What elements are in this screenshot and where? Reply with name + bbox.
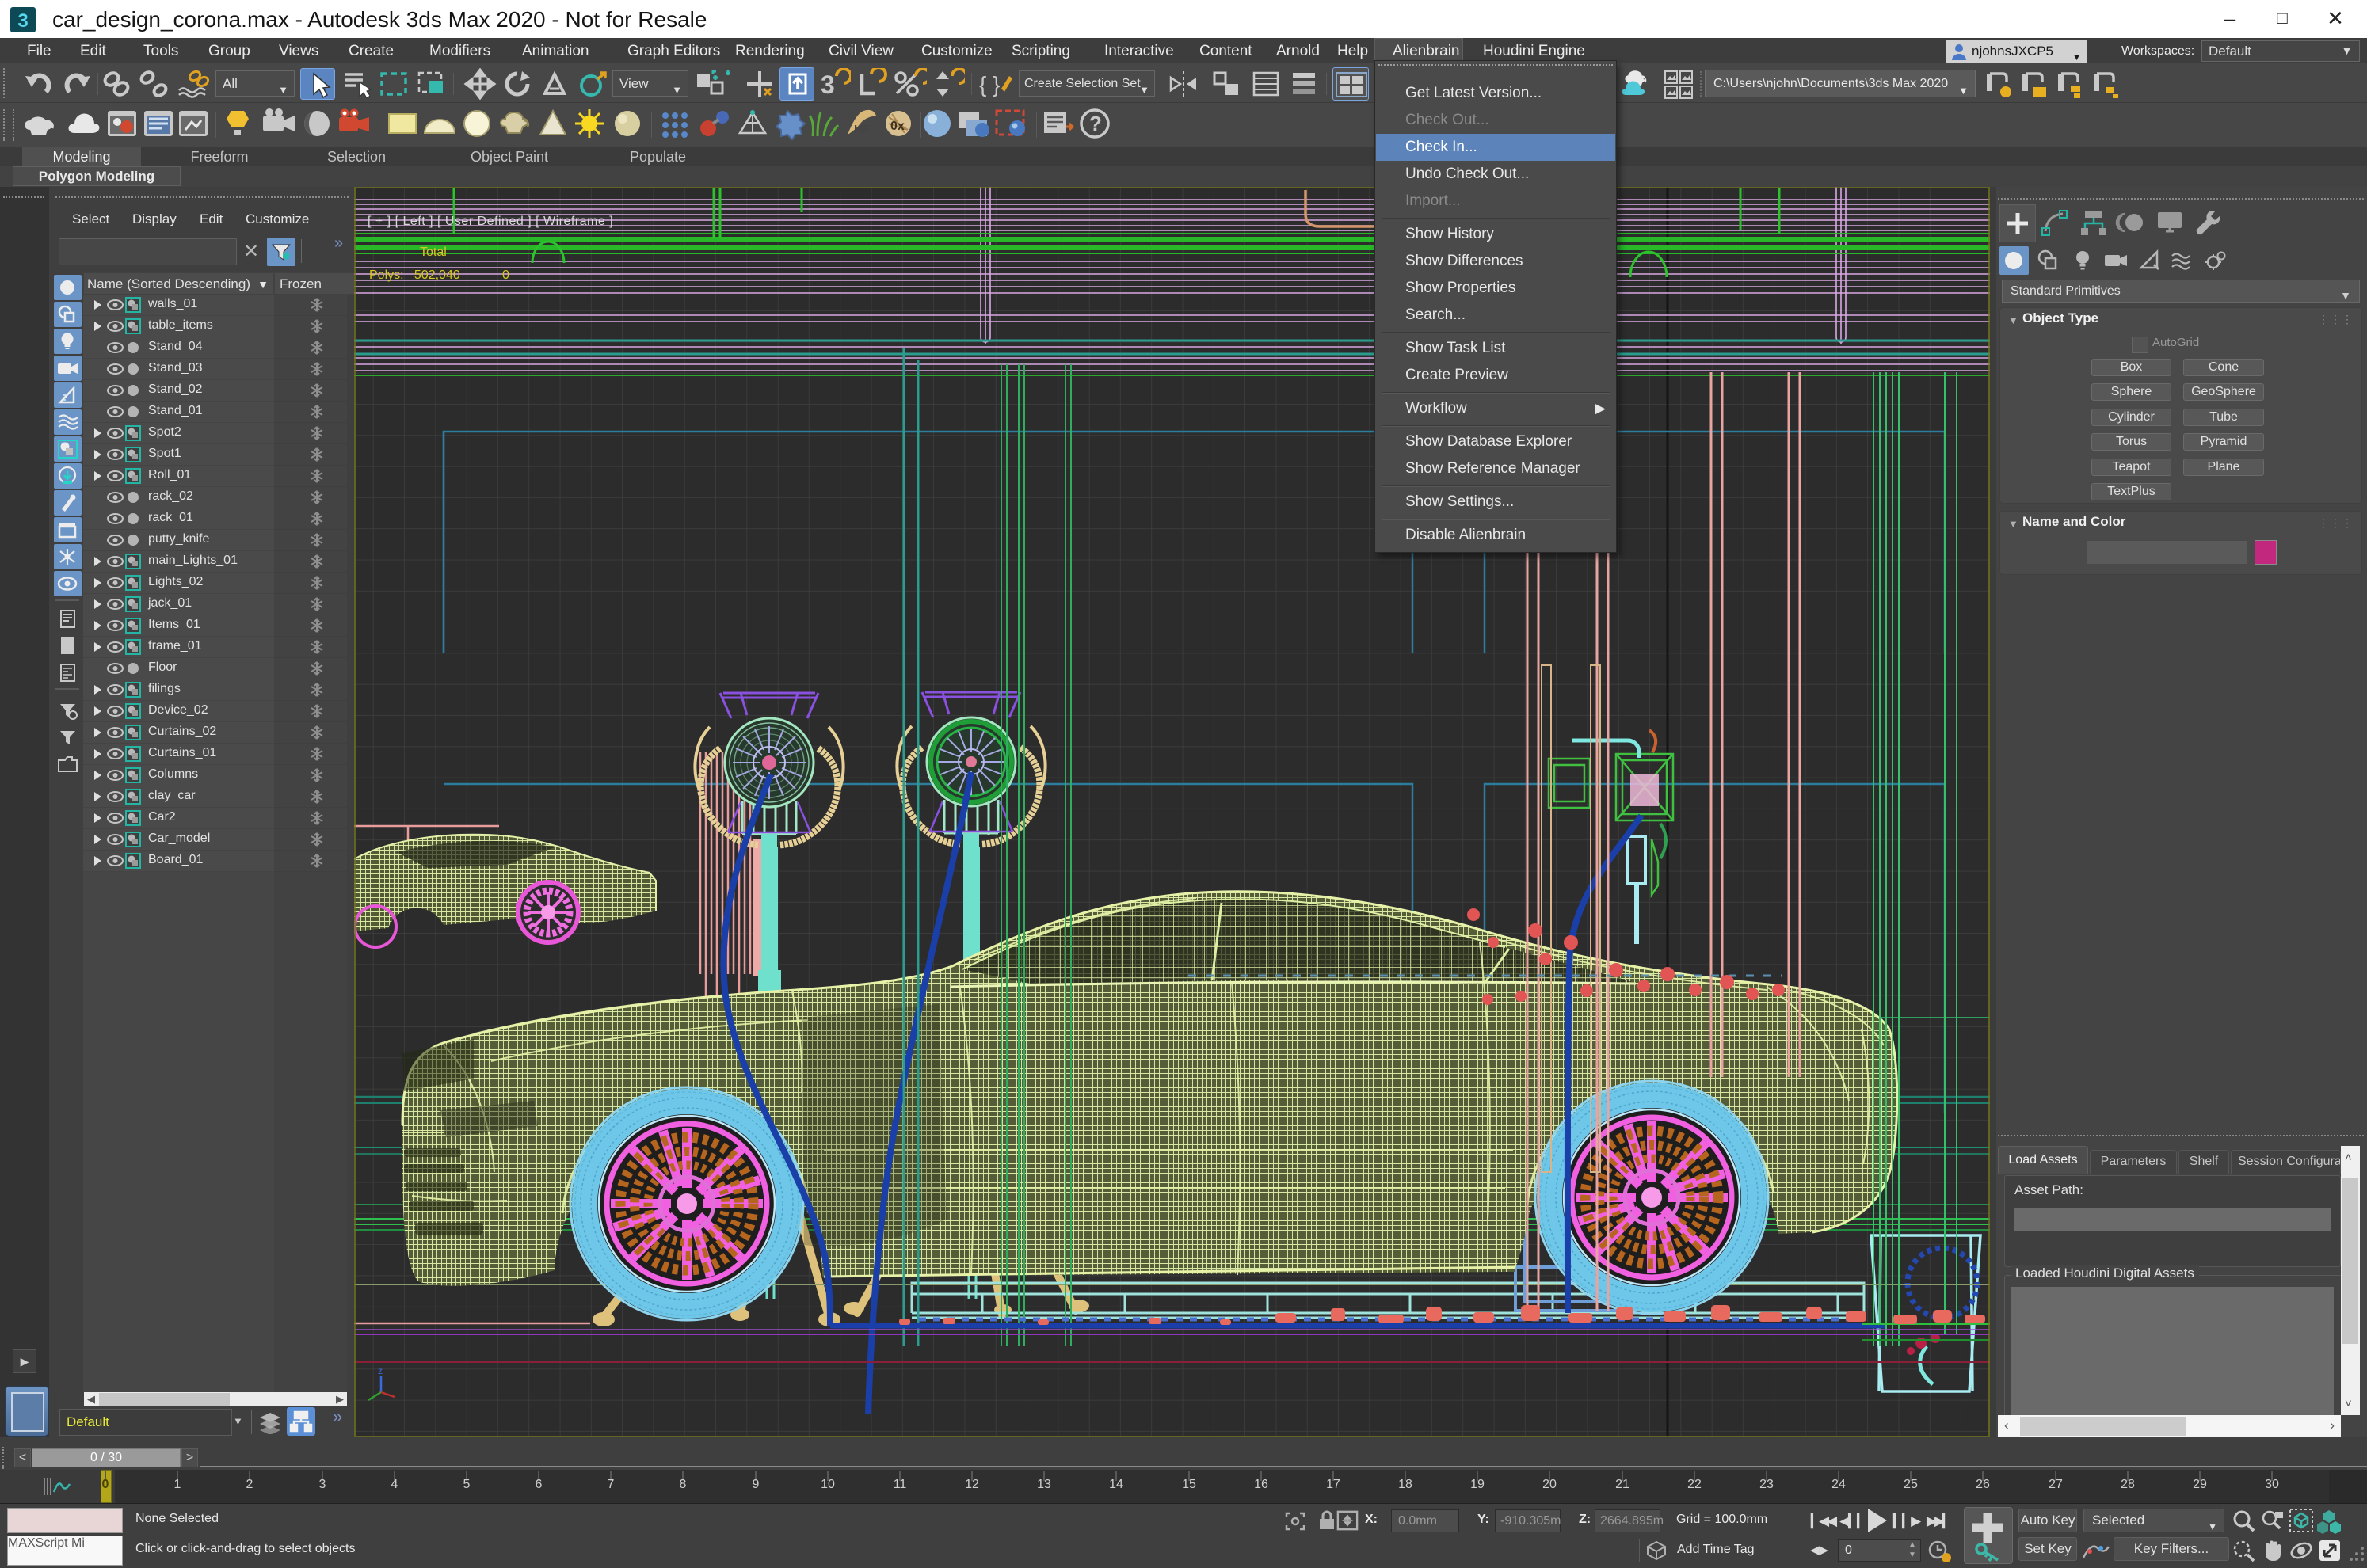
svg-text:Polys: 502,040: Polys: 502,040	[369, 268, 460, 282]
svg-text:0: 0	[502, 268, 509, 282]
svg-text:[ + ] [ Left ] [ User Defined: [ + ] [ Left ] [ User Defined ] [ Wirefr…	[368, 215, 613, 228]
svg-text:z: z	[378, 1365, 383, 1376]
svg-text:?: ?	[1089, 112, 1102, 135]
svg-text:0x: 0x	[890, 120, 905, 133]
svg-text:Total: Total	[420, 245, 447, 259]
svg-text:HF: HF	[854, 123, 870, 136]
